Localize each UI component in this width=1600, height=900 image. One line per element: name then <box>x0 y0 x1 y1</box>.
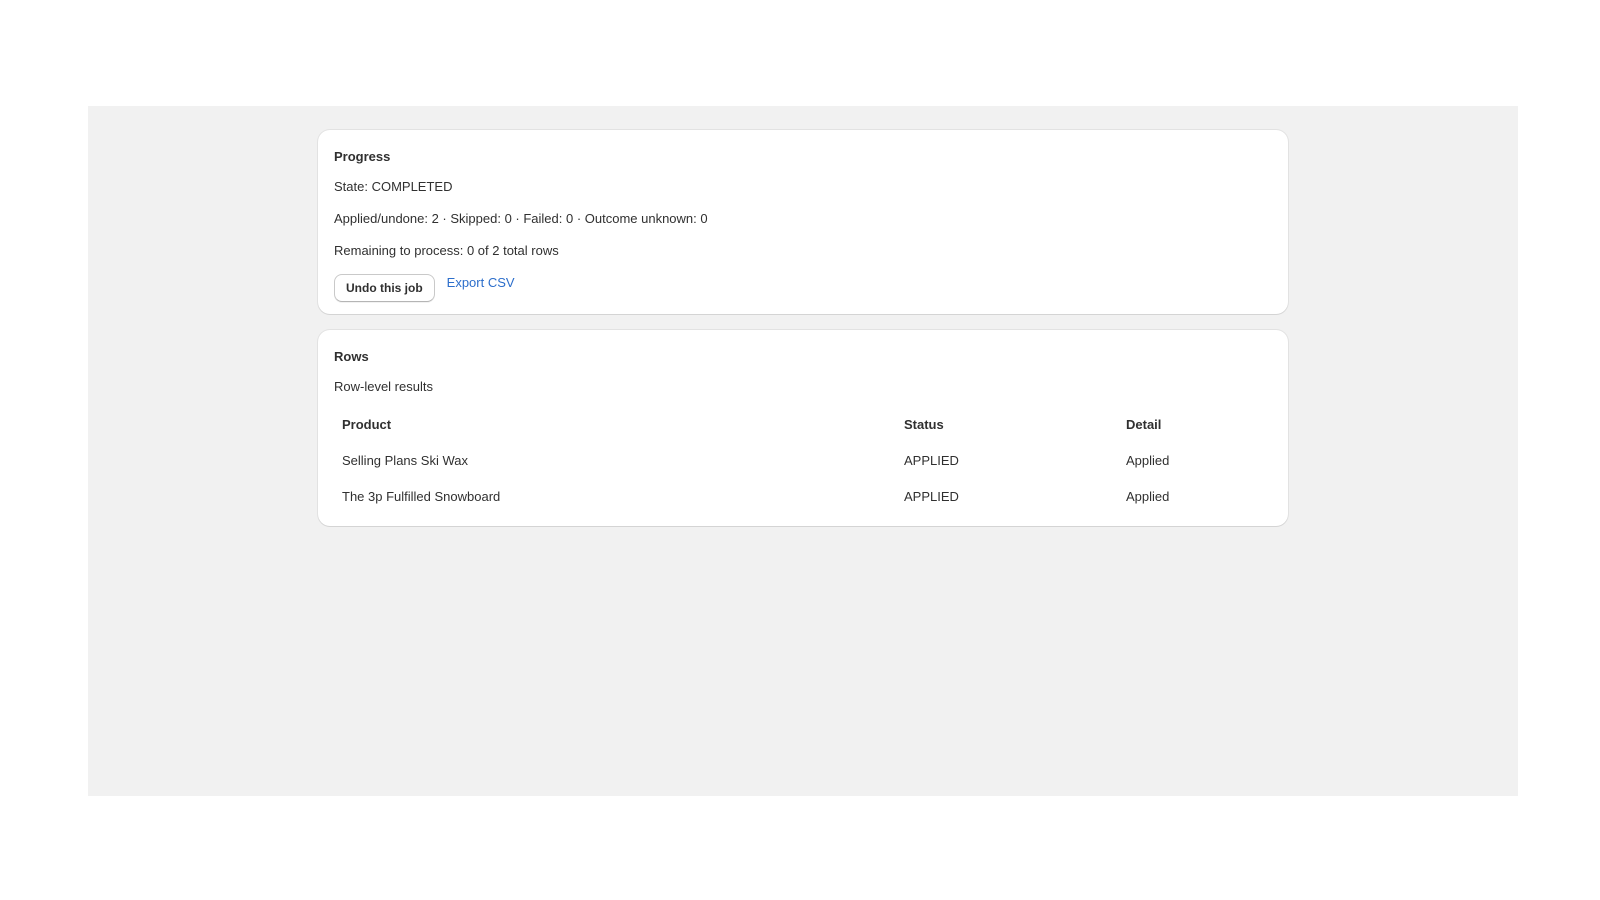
table-header-row: Product Status Detail <box>334 406 1272 442</box>
product-cell: Selling Plans Ski Wax <box>342 452 468 468</box>
job-counts: Applied/undone: 2 · Skipped: 0 · Failed:… <box>334 211 708 226</box>
remaining-rows: Remaining to process: 0 of 2 total rows <box>334 243 559 258</box>
progress-card: Progress State: COMPLETED Applied/undone… <box>318 130 1288 314</box>
status-cell: APPLIED <box>904 488 959 504</box>
rows-subtitle: Row-level results <box>334 379 433 394</box>
column-header-status: Status <box>904 416 944 432</box>
column-header-product: Product <box>342 416 392 432</box>
table-row: Selling Plans Ski Wax APPLIED Applied <box>334 442 1272 478</box>
results-table: Product Status Detail Selling Plans Ski … <box>334 406 1272 514</box>
main-content: Progress State: COMPLETED Applied/undone… <box>318 130 1288 542</box>
progress-actions: Undo this job Export CSV <box>334 274 1272 302</box>
rows-title: Rows <box>334 349 369 364</box>
rows-card: Rows Row-level results Product Status De… <box>318 330 1288 526</box>
export-csv-link[interactable]: Export CSV <box>447 274 515 292</box>
detail-cell: Applied <box>1126 488 1170 504</box>
product-cell: The 3p Fulfilled Snowboard <box>342 488 501 504</box>
detail-cell: Applied <box>1126 452 1170 468</box>
job-state: State: COMPLETED <box>334 179 453 194</box>
progress-title: Progress <box>334 149 391 164</box>
table-row: The 3p Fulfilled Snowboard APPLIED Appli… <box>334 478 1272 514</box>
app-frame: Progress State: COMPLETED Applied/undone… <box>88 106 1518 796</box>
undo-job-button[interactable]: Undo this job <box>334 274 435 302</box>
status-cell: APPLIED <box>904 452 959 468</box>
column-header-detail: Detail <box>1126 416 1162 432</box>
